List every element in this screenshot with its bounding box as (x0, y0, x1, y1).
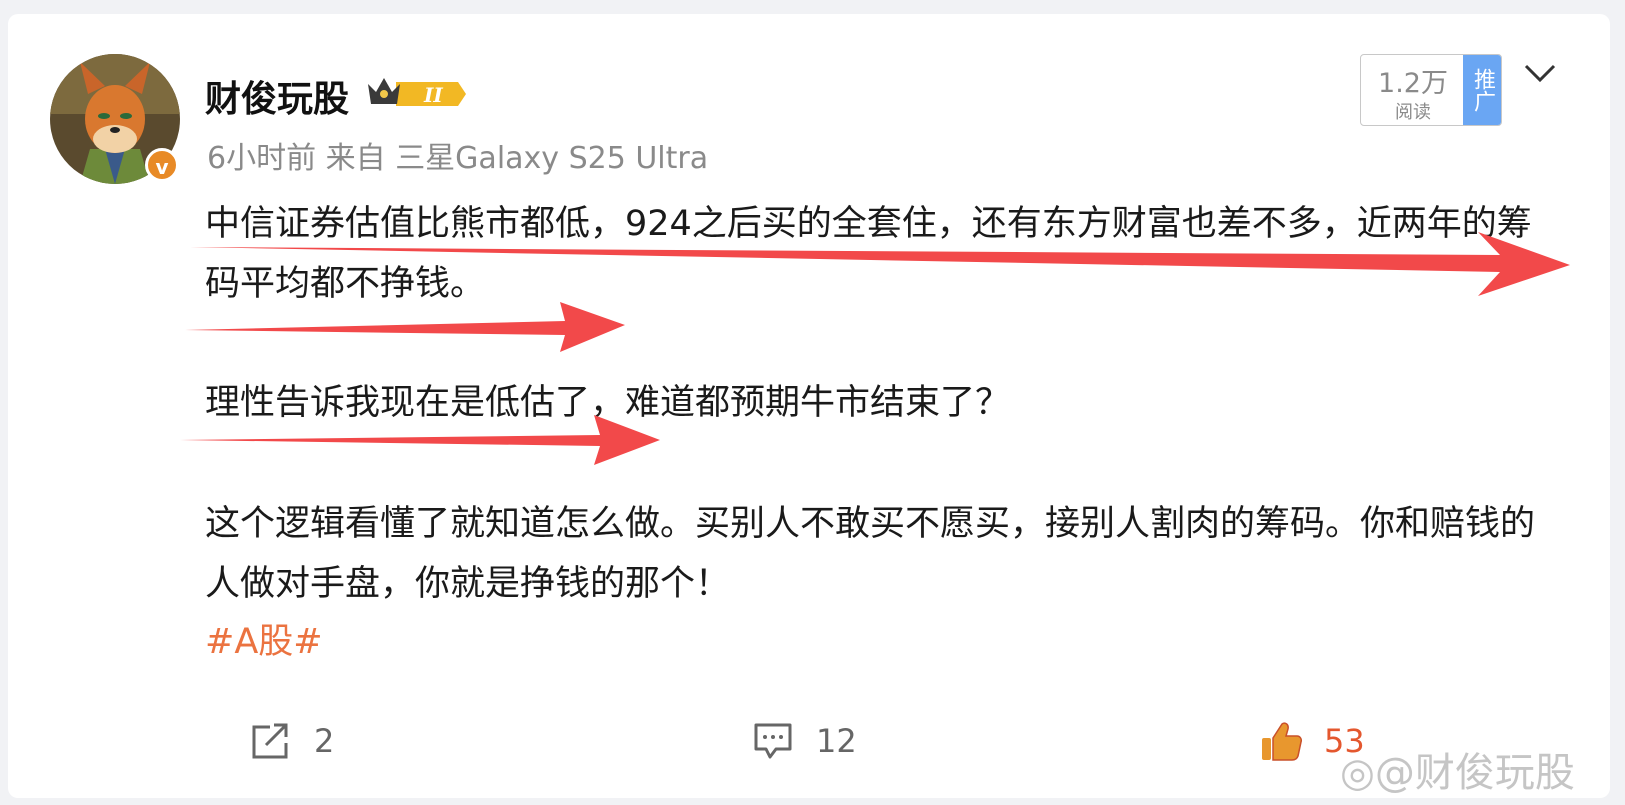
read-label: 阅读 (1395, 102, 1431, 123)
post-time[interactable]: 6小时前 (207, 141, 316, 176)
share-button[interactable]: 2 (250, 718, 334, 764)
read-count-box[interactable]: 1.2万 阅读 推广 (1360, 54, 1502, 126)
source-prefix: 来自 (325, 141, 386, 176)
watermark: ◎@财俊玩股 (1340, 740, 1575, 798)
source-device[interactable]: 三星Galaxy S25 Ultra (395, 141, 708, 176)
post-meta: 6小时前 来自 三星Galaxy S25 Ultra (207, 133, 708, 177)
username[interactable]: 财俊玩股 (205, 70, 349, 122)
post-paragraph: 理性告诉我现在是低估了，难道都预期牛市结束了？ (205, 383, 1011, 423)
weibo-logo-icon: ◎ (1340, 750, 1375, 796)
promote-label: 推广 (1470, 68, 1495, 112)
share-icon (252, 723, 288, 759)
member-level: II (423, 83, 443, 107)
comment-button[interactable]: 12 (752, 718, 857, 764)
chevron-down-icon[interactable] (1523, 62, 1557, 86)
read-count: 1.2万 (1378, 68, 1448, 99)
post-paragraph: 这个逻辑看懂了就知道怎么做。买别人不敢买不愿买，接别人割肉的筹码。你和赔钱的人做… (205, 504, 1536, 604)
comment-count: 12 (816, 722, 857, 760)
thumbs-up-icon (1262, 722, 1302, 761)
post-paragraph: 中信证券估值比熊市都低，924之后买的全套住，还有东方财富也差不多，近两年的筹码… (205, 204, 1532, 304)
comment-icon (754, 723, 792, 759)
hashtag-link[interactable]: #A股# (205, 613, 323, 664)
share-count: 2 (314, 722, 335, 760)
promote-button[interactable]: 推广 (1463, 55, 1501, 125)
crown-badge-icon[interactable]: II (366, 72, 466, 112)
watermark-text: @财俊玩股 (1374, 750, 1575, 796)
verified-v-icon: v (145, 148, 179, 182)
